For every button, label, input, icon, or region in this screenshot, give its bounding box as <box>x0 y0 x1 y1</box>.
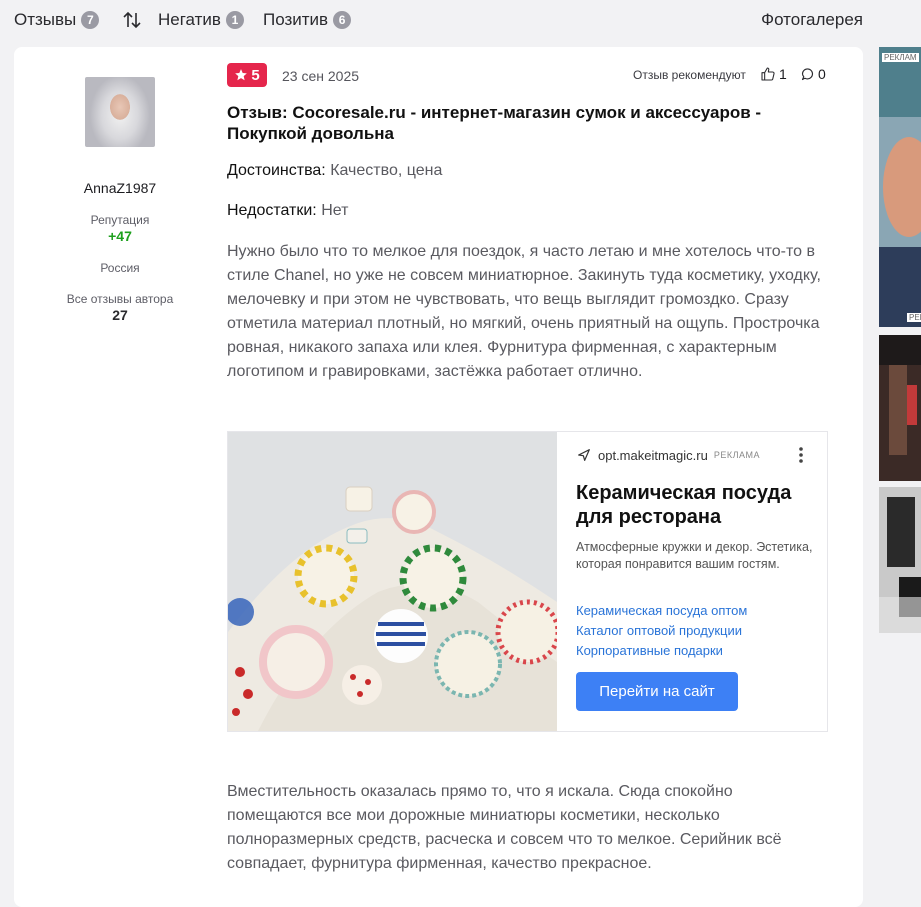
ad-title[interactable]: Керамическая посуда для ресторана <box>576 481 816 529</box>
comment-count: 0 <box>818 66 826 82</box>
tab-negative[interactable]: Негатив 1 <box>158 10 244 30</box>
cons-label: Недостатки: <box>227 202 317 219</box>
ad-arrow-icon <box>578 449 590 461</box>
cons-value: Нет <box>321 202 349 219</box>
sidebar-ad-3-image <box>879 487 921 633</box>
reputation-label: Репутация <box>90 213 150 227</box>
review-cons: Недостатки: Нет <box>227 202 348 220</box>
sidebar-ad-2-image <box>879 335 921 481</box>
positive-count-badge: 6 <box>333 11 352 29</box>
ad-visit-site-button[interactable]: Перейти на сайт <box>576 672 738 711</box>
review-paragraph: Нужно было что то мелкое для поездок, я … <box>227 243 821 380</box>
ad-link-ceramics-wholesale[interactable]: Керамическая посуда оптом <box>576 603 747 618</box>
ad-banner[interactable]: opt.makeitmagic.ru РЕКЛАМА Керамическая … <box>227 431 828 732</box>
ad-description: Атмосферные кружки и декор. Эстетика, ко… <box>576 540 813 571</box>
all-reviews-link[interactable]: Все отзывы автора <box>14 292 226 306</box>
more-vertical-icon[interactable] <box>794 446 808 464</box>
sidebar-ad-1-tag-bottom: РЕК <box>907 313 921 322</box>
reviews-count-badge: 7 <box>81 11 100 29</box>
tab-positive-label: Позитив <box>263 10 329 29</box>
review-paragraph-2: Вместительность оказалась прямо то, что … <box>227 783 782 872</box>
all-reviews-count: 27 <box>112 307 128 323</box>
tab-photo-gallery[interactable]: Фотогалерея <box>761 10 863 30</box>
ad-link-corporate-gifts[interactable]: Корпоративные подарки <box>576 643 723 658</box>
rating-value: 5 <box>251 66 260 84</box>
star-icon <box>235 69 248 81</box>
thumbs-up-icon <box>761 67 775 81</box>
ad-link-wholesale-catalog[interactable]: Каталог оптовой продукции <box>576 623 742 638</box>
sidebar-ad-1[interactable]: РЕКЛАМ РЕК <box>879 47 921 327</box>
tab-reviews[interactable]: Отзывы 7 <box>14 10 100 30</box>
sidebar-ad-1-image <box>879 47 921 327</box>
tab-negative-label: Негатив <box>158 10 221 29</box>
comments-button[interactable]: 0 <box>800 66 826 82</box>
sidebar-ad-3[interactable] <box>879 487 921 633</box>
review-title: Отзыв: Cocoresale.ru - интернет-магазин … <box>227 103 762 143</box>
sidebar-ad-2[interactable] <box>879 335 921 481</box>
comment-bubble-icon <box>801 67 814 80</box>
negative-count-badge: 1 <box>225 11 244 29</box>
tab-reviews-label: Отзывы <box>14 10 77 29</box>
review-filter-bar: Отзывы 7 Негатив 1 Позитив 6 Фотогалерея <box>0 0 921 40</box>
pros-label: Достоинства: <box>227 162 326 179</box>
review-pros: Достоинства: Качество, цена <box>227 162 442 180</box>
pros-value: Качество, цена <box>330 162 443 179</box>
rating-badge: 5 <box>227 63 267 87</box>
sidebar-ad-1-tag: РЕКЛАМ <box>882 53 919 62</box>
tab-positive[interactable]: Позитив 6 <box>263 10 352 30</box>
sort-arrows-icon[interactable] <box>122 10 142 30</box>
recommend-label: Отзыв рекомендуют <box>633 68 746 82</box>
ad-domain: opt.makeitmagic.ru <box>598 447 708 463</box>
ad-ceramics-image[interactable] <box>228 432 557 731</box>
review-card: AnnaZ1987 Репутация +47 Россия Все отзыв… <box>14 47 863 907</box>
author-name[interactable]: AnnaZ1987 <box>14 180 226 196</box>
like-count: 1 <box>779 66 787 82</box>
review-date: 23 сен 2025 <box>282 68 360 84</box>
like-button[interactable]: 1 <box>760 66 787 82</box>
ad-domain-link[interactable]: opt.makeitmagic.ru РЕКЛАМА <box>576 447 760 463</box>
reputation-value: +47 <box>108 228 132 244</box>
avatar[interactable] <box>85 77 155 147</box>
author-country: Россия <box>100 261 140 275</box>
ad-tag: РЕКЛАМА <box>713 450 760 460</box>
